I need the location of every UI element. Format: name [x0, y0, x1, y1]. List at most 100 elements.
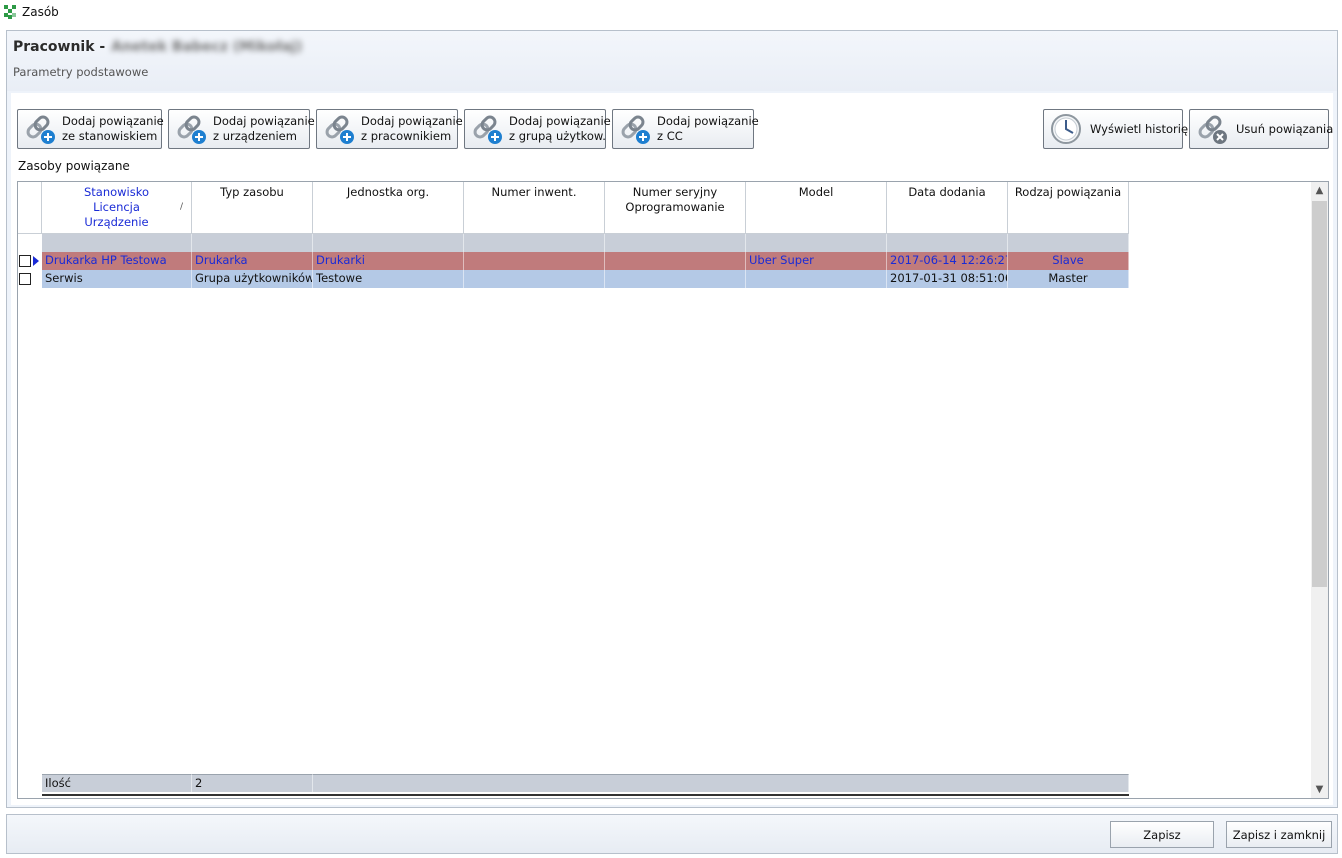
clock-icon [1051, 114, 1081, 144]
row-checkbox[interactable] [19, 255, 31, 267]
add-link-device-button[interactable]: Dodaj powiązanie z urządzeniem [168, 109, 315, 149]
summary-row-header [18, 774, 42, 792]
grid-filter-row [18, 234, 1129, 252]
cell-unit[interactable]: Testowe [313, 270, 464, 288]
table-row[interactable]: Drukarka HP Testowa Drukarka Drukarki Ub… [18, 252, 1129, 270]
linked-resources-grid: Stanowisko Licencja Urządzenie / Typ zas… [17, 181, 1329, 799]
column-header-name[interactable]: Stanowisko Licencja Urządzenie / [42, 182, 192, 234]
row-header [18, 270, 42, 288]
cell-model[interactable] [746, 270, 887, 288]
linked-resources-label: Zasoby powiązane [18, 159, 130, 173]
chain-link-add-icon [26, 115, 55, 144]
filter-cell-serial[interactable] [605, 234, 746, 252]
checker-icon [4, 5, 16, 19]
column-header-unit[interactable]: Jednostka org. [313, 182, 464, 234]
filter-cell-date[interactable] [887, 234, 1008, 252]
chain-link-remove-icon [1198, 115, 1227, 144]
filter-cell-model[interactable] [746, 234, 887, 252]
chain-link-add-icon [473, 115, 502, 144]
add-link-cc-label-2: z CC [657, 129, 683, 143]
filter-cell-type[interactable] [192, 234, 313, 252]
remove-links-button[interactable]: Usuń powiązania [1189, 109, 1333, 149]
save-and-close-button[interactable]: Zapisz i zamknij [1226, 821, 1332, 848]
column-header-name-line-2: Licencja [93, 200, 140, 214]
window-title: Zasób [22, 5, 59, 19]
cell-kind[interactable]: Slave [1008, 252, 1129, 270]
add-link-position-button[interactable]: Dodaj powiązanie ze stanowiskiem [17, 109, 164, 149]
summary-empty [313, 774, 1129, 792]
grid-summary-row: Ilość 2 [18, 774, 1129, 792]
scroll-up-icon[interactable]: ▲ [1311, 182, 1328, 199]
cell-name[interactable]: Serwis [42, 270, 192, 288]
cell-serial[interactable] [605, 270, 746, 288]
page-subtitle: Parametry podstawowe [13, 65, 149, 79]
remove-links-label: Usuń powiązania [1236, 121, 1334, 136]
filter-cell-inventory[interactable] [464, 234, 605, 252]
add-link-group-label-2: z grupą użytkow. [509, 129, 606, 143]
column-header-inventory[interactable]: Numer inwent. [464, 182, 605, 234]
add-link-position-label-2: ze stanowiskiem [62, 129, 158, 143]
header-area: Pracownik - Anetek Babecz (Mikołaj) Para… [7, 31, 1337, 91]
add-link-group-button[interactable]: Dodaj powiązanie z grupą użytkow. [464, 109, 611, 149]
cell-date[interactable]: 2017-06-14 12:26:27 [887, 252, 1008, 270]
chain-link-add-icon [177, 115, 206, 144]
column-header-model-label: Model [798, 185, 834, 199]
show-history-button[interactable]: Wyświetl historię [1043, 109, 1188, 149]
cell-serial[interactable] [605, 252, 746, 270]
show-history-label: Wyświetl historię [1090, 121, 1189, 136]
cell-type[interactable]: Drukarka [192, 252, 313, 270]
column-header-serial-line-1: Numer seryjny [632, 185, 718, 199]
employee-name-blurred: Anetek Babecz (Mikołaj) [111, 39, 303, 55]
column-header-unit-label: Jednostka org. [346, 185, 430, 199]
sort-indicator-icon: / [179, 202, 183, 212]
page-title-text: Pracownik - [13, 39, 106, 55]
cell-type[interactable]: Grupa użytkowników [192, 270, 313, 288]
main-panel: Pracownik - Anetek Babecz (Mikołaj) Para… [6, 30, 1338, 808]
filter-cell-kind[interactable] [1008, 234, 1129, 252]
cell-inventory[interactable] [464, 270, 605, 288]
column-header-type-label: Typ zasobu [220, 185, 284, 199]
filter-cell-name[interactable] [42, 234, 192, 252]
vertical-scrollbar[interactable]: ▲ ▼ [1311, 182, 1328, 798]
row-checkbox[interactable] [19, 273, 31, 285]
add-link-cc-label-1: Dodaj powiązanie [657, 114, 759, 128]
row-header [18, 252, 42, 270]
summary-count-value: 2 [192, 774, 313, 792]
column-header-kind-label: Rodzaj powiązania [1014, 185, 1122, 199]
add-link-cc-button[interactable]: Dodaj powiązanie z CC [612, 109, 759, 149]
chain-link-add-icon [325, 115, 354, 144]
summary-count-label: Ilość [42, 774, 192, 792]
cell-unit[interactable]: Drukarki [313, 252, 464, 270]
column-header-serial-line-2: Oprogramowanie [625, 200, 725, 214]
scroll-down-icon[interactable]: ▼ [1311, 781, 1328, 798]
filter-row-header [18, 234, 42, 252]
window-titlebar: Zasób [0, 0, 1342, 26]
column-header-model[interactable]: Model [746, 182, 887, 234]
chain-link-add-icon [621, 115, 650, 144]
column-header-name-line-3: Urządzenie [84, 215, 149, 229]
column-header-inventory-label: Numer inwent. [491, 185, 577, 199]
column-header-kind[interactable]: Rodzaj powiązania [1008, 182, 1129, 234]
table-row[interactable]: Serwis Grupa użytkowników Testowe 2017-0… [18, 270, 1129, 288]
scrollbar-thumb[interactable] [1312, 201, 1327, 587]
add-link-group-label-1: Dodaj powiązanie [509, 114, 611, 128]
page-title: Pracownik - Anetek Babecz (Mikołaj) [13, 39, 302, 55]
cell-date[interactable]: 2017-01-31 08:51:06 [887, 270, 1008, 288]
cell-name[interactable]: Drukarka HP Testowa [42, 252, 192, 270]
column-header-date[interactable]: Data dodania [887, 182, 1008, 234]
column-header-date-label: Data dodania [908, 185, 986, 199]
bottom-button-bar: Zapisz Zapisz i zamknij [6, 814, 1338, 854]
add-link-employee-button[interactable]: Dodaj powiązanie z pracownikiem [316, 109, 463, 149]
add-link-employee-label-1: Dodaj powiązanie [361, 114, 463, 128]
cell-model[interactable]: Uber Super [746, 252, 887, 270]
current-row-arrow-icon [33, 256, 39, 266]
filter-cell-unit[interactable] [313, 234, 464, 252]
add-link-device-label-2: z urządzeniem [213, 129, 297, 143]
summary-divider [42, 794, 1129, 796]
add-link-device-label-1: Dodaj powiązanie [213, 114, 315, 128]
column-header-serial[interactable]: Numer seryjny Oprogramowanie [605, 182, 746, 234]
cell-inventory[interactable] [464, 252, 605, 270]
cell-kind[interactable]: Master [1008, 270, 1129, 288]
column-header-type[interactable]: Typ zasobu [192, 182, 313, 234]
save-button[interactable]: Zapisz [1110, 821, 1214, 848]
